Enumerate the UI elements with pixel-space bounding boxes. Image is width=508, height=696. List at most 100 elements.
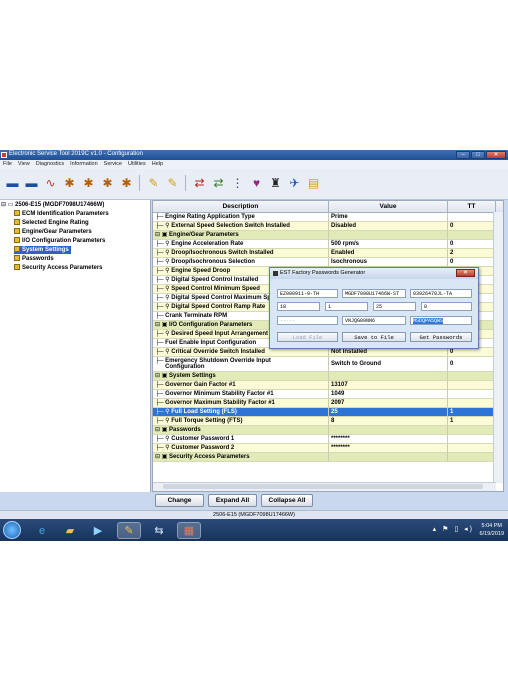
grid-row[interactable]: ├─ ⚲ Customer Password 2 ******** xyxy=(153,444,503,453)
factory-password-2-field[interactable]: MSDQPA5QWS xyxy=(410,316,472,325)
explorer-icon[interactable]: ▰ xyxy=(58,522,82,539)
grid-row[interactable]: ├─ ⚲ Droop/Isochronous Switch Installed E… xyxy=(153,249,503,258)
grid-row[interactable]: ├─ ⚲ Critical Override Switch Installed N… xyxy=(153,348,503,357)
row-value[interactable]: 2097 xyxy=(329,399,448,408)
tests-icon[interactable]: ⇄ xyxy=(210,174,227,191)
calibration-icon[interactable]: ⇄ xyxy=(191,174,208,191)
grid-group-row[interactable]: ⊟ ▣ System Settings xyxy=(153,372,503,381)
get-passwords-button[interactable]: Get Passwords xyxy=(410,332,472,342)
ecm-serial-field[interactable]: MGDF7098U17466W-ST xyxy=(342,289,406,298)
ecm-connect-icon[interactable]: ▬ xyxy=(4,174,21,191)
heart-icon[interactable]: ♥ xyxy=(248,174,265,191)
total-tattletale-field[interactable]: 25 xyxy=(373,302,416,311)
tree-item-selected-engine-rating[interactable]: Selected Engine Rating xyxy=(14,219,89,227)
report-icon[interactable]: ▤ xyxy=(305,174,322,191)
row-value[interactable]: Prime xyxy=(329,213,448,222)
dialog-title-bar[interactable]: EST Factory Passwords Generator ✕ xyxy=(270,268,478,279)
save-to-file-button[interactable]: Save to File xyxy=(342,332,406,342)
row-value[interactable]: 1049 xyxy=(329,390,448,399)
change-button[interactable]: Change xyxy=(155,494,204,507)
grid-group-row[interactable]: ⊟ ▣ Security Access Parameters xyxy=(153,453,503,462)
grid-row[interactable]: ├─ ⚲ Engine Acceleration Rate 500 rpm/s 0 xyxy=(153,240,503,249)
taskbar-clock[interactable]: 5:04 PM 6/19/2019 xyxy=(480,522,504,538)
vertical-scrollbar[interactable] xyxy=(493,212,503,483)
menu-utilities[interactable]: Utilities xyxy=(128,160,146,169)
grid-row[interactable]: ├─ Engine Rating Application Type Prime xyxy=(153,213,503,222)
logged-diagnostics-icon[interactable]: ✱ xyxy=(80,174,97,191)
reason-code-field[interactable]: 18 xyxy=(277,302,320,311)
generator-app-icon[interactable]: ▦ xyxy=(177,522,201,539)
grid-row[interactable]: ├─ Governor Minimum Stability Factor #1 1… xyxy=(153,390,503,399)
row-value[interactable]: Isochronous xyxy=(329,258,448,267)
tree-root-ecm[interactable]: ⊟ ▭ 2506-E15 (MGDF7098U17466W) xyxy=(1,201,104,209)
expander-icon[interactable]: ⊟ ▣ xyxy=(155,427,169,433)
serial-number-field[interactable]: EZ000911-9-TH xyxy=(277,289,338,298)
expander-icon[interactable]: ⊟ ▣ xyxy=(155,454,169,460)
system-tray[interactable]: ▴ ⚑ ▯ ◂) xyxy=(433,525,474,533)
ie-icon[interactable]: e xyxy=(30,522,54,539)
row-value[interactable]: 500 rpm/s xyxy=(329,240,448,249)
grid-group-row[interactable]: ⊟ ▣ Passwords xyxy=(153,426,503,435)
binoculars-icon[interactable]: ♜ xyxy=(267,174,284,191)
expander-icon[interactable]: ⊟ ▣ xyxy=(155,322,169,328)
grid-row[interactable]: ├─ Governor Maximum Stability Factor #1 2… xyxy=(153,399,503,408)
est-app-icon[interactable]: ✎ xyxy=(117,522,141,539)
tree-item-system-settings[interactable]: System Settings xyxy=(14,246,71,254)
events-icon[interactable]: ✱ xyxy=(99,174,116,191)
flash-icon[interactable]: ⋮ xyxy=(229,174,246,191)
tree-item-passwords[interactable]: Passwords xyxy=(14,255,54,263)
tree-item-security-access[interactable]: Security Access Parameters xyxy=(14,264,103,272)
grid-row[interactable]: ├─ ⚲ Full Torque Setting (FTS) 8 1 xyxy=(153,417,503,426)
clear-events-icon[interactable]: ✱ xyxy=(118,174,135,191)
grid-row[interactable]: ├─ ⚲ External Speed Selection Switch Ins… xyxy=(153,222,503,231)
password-placeholder-field[interactable]: ----- xyxy=(277,316,338,325)
menu-view[interactable]: View xyxy=(18,160,30,169)
service-icon[interactable]: ✎ xyxy=(164,174,181,191)
load-file-button[interactable]: Load File xyxy=(277,332,338,342)
tree-item-ecm-identification[interactable]: ECM Identification Parameters xyxy=(14,210,109,218)
grid-row[interactable]: ├─ Governor Gain Factor #1 13107 xyxy=(153,381,503,390)
close-button[interactable]: ✕ xyxy=(486,151,506,159)
start-button[interactable] xyxy=(3,521,21,539)
expander-icon[interactable]: ⊟ ▣ xyxy=(155,232,169,238)
menu-help[interactable]: Help xyxy=(152,160,163,169)
factory-password-1-field[interactable]: VNJQG89NN6 xyxy=(342,316,406,325)
horizontal-scrollbar[interactable] xyxy=(153,482,496,491)
row-value[interactable]: Switch to Ground xyxy=(329,357,448,372)
row-value[interactable]: Not Installed xyxy=(329,348,448,357)
maximize-button[interactable]: □ xyxy=(471,151,485,159)
scrollbar-thumb[interactable] xyxy=(163,484,483,489)
column-header-value[interactable]: Value xyxy=(329,201,448,212)
column-header-tt[interactable]: TT xyxy=(448,201,496,212)
grid-row[interactable]: ├─ ⚲ Full Load Setting (FLS) 25 1 xyxy=(153,408,503,417)
grid-group-row[interactable]: ⊟ ▣ Engine/Gear Parameters xyxy=(153,231,503,240)
row-value[interactable]: Enabled xyxy=(329,249,448,258)
column-header-description[interactable]: Description xyxy=(153,201,329,212)
row-value[interactable]: 13107 xyxy=(329,381,448,390)
interlock-field[interactable]: 1 xyxy=(325,302,368,311)
minimize-button[interactable]: – xyxy=(456,151,470,159)
dialog-close-button[interactable]: ✕ xyxy=(456,269,475,277)
status-graph-icon[interactable]: ∿ xyxy=(42,174,59,191)
configuration-icon[interactable]: ✎ xyxy=(145,174,162,191)
tree-item-engine-gear-parameters[interactable]: Engine/Gear Parameters xyxy=(14,228,92,236)
ecm-summary-icon[interactable]: ▬ xyxy=(23,174,40,191)
collapse-all-button[interactable]: Collapse All xyxy=(261,494,313,507)
media-player-icon[interactable]: ▶ xyxy=(86,522,110,539)
active-diagnostics-icon[interactable]: ✱ xyxy=(61,174,78,191)
code-field[interactable]: 03926470JL-TA xyxy=(410,289,472,298)
row-value[interactable]: 8 xyxy=(329,417,448,426)
grid-row[interactable]: ├─ ⚲ Customer Password 1 ******** xyxy=(153,435,503,444)
expander-icon[interactable]: ⊟ ▣ xyxy=(155,373,169,379)
tree-item-io-configuration[interactable]: I/O Configuration Parameters xyxy=(14,237,105,245)
grid-row[interactable]: ├─ Emergency Shutdown Override Input Con… xyxy=(153,357,503,372)
menu-information[interactable]: Information xyxy=(70,160,98,169)
wrench-icon[interactable]: ✈ xyxy=(286,174,303,191)
menu-file[interactable]: File xyxy=(3,160,12,169)
row-value[interactable]: Disabled xyxy=(329,222,448,231)
grid-row[interactable]: ├─ ⚲ Droop/Isochronous Selection Isochron… xyxy=(153,258,503,267)
row-value[interactable]: ******** xyxy=(329,435,448,444)
menu-diagnostics[interactable]: Diagnostics xyxy=(36,160,64,169)
row-value[interactable]: 25 xyxy=(329,408,448,417)
expand-all-button[interactable]: Expand All xyxy=(208,494,257,507)
